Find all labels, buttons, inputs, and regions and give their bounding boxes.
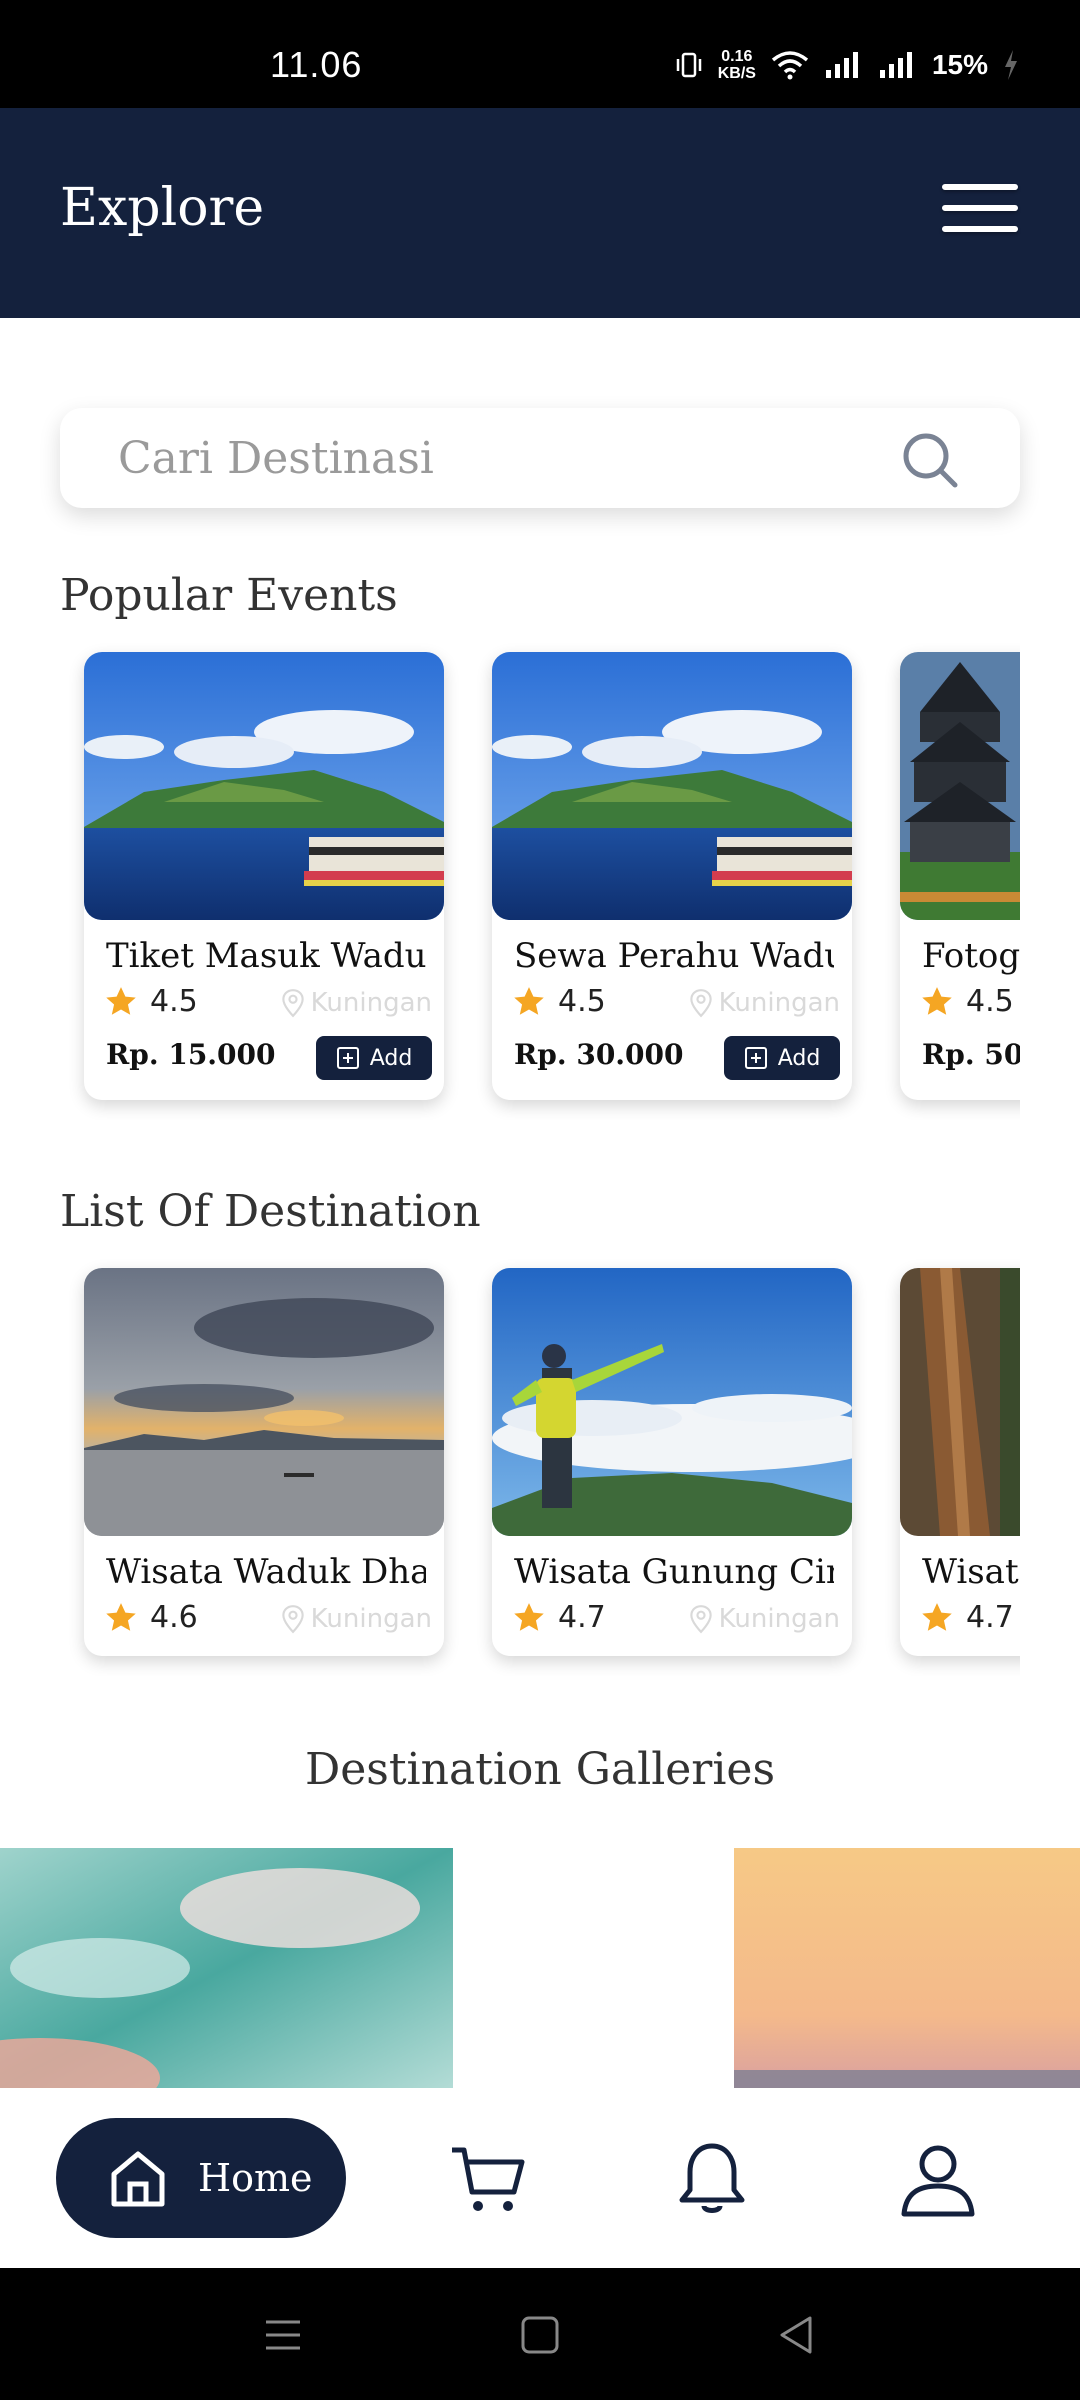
destination-name: Wisata Gunung Cire... [514,1552,834,1592]
star-icon [922,1602,952,1631]
rating-value: 4.6 [150,1600,198,1635]
system-nav-bar [0,2268,1080,2400]
destination-name: Wisata Waduk Dha... [106,1552,426,1592]
status-bar: 11.06 0.16 KB/S 15% [0,0,1080,108]
bottom-nav: Home [0,2088,1080,2268]
destination-card[interactable]: Wisata Waduk Dha... 4.6 Kuningan [84,1268,444,1656]
battery-percent: 15% [931,49,988,80]
page-title: Explore [60,178,265,238]
location-pin-icon [281,989,304,1018]
battery-charging-icon [1005,50,1017,80]
rating-value: 4.5 [150,984,198,1019]
destinations-title: List Of Destination [60,1186,481,1237]
destination-rating: 4.6 [104,1600,198,1635]
app-header: Explore [0,108,1080,318]
destination-card[interactable]: Wisata Gunung Cire... 4.7 Kuningan [492,1268,852,1656]
search-icon[interactable] [900,430,960,490]
cart-icon[interactable] [448,2140,528,2220]
destination-name: Wisata [922,1552,1020,1592]
event-rating: 4.5 [920,984,1014,1019]
destination-image [900,1268,1020,1536]
status-time: 11.06 [270,44,363,85]
location-pin-icon [689,989,712,1018]
destination-rating: 4.7 [920,1600,1014,1635]
search-input[interactable] [118,408,898,508]
home-icon [111,2151,165,2207]
home-square-icon[interactable] [515,2310,565,2360]
network-speed-unit: KB/S [717,65,756,82]
rating-value: 4.5 [966,984,1014,1019]
nav-home-button[interactable]: Home [56,2118,346,2238]
location-pin-icon [281,1605,304,1634]
event-card[interactable]: Tiket Masuk Waduk... 4.5 Kuningan Rp. 15… [84,652,444,1100]
event-location: Kuningan [687,988,840,1018]
add-label: Add [369,1045,413,1071]
star-icon [514,1602,544,1631]
event-rating: 4.5 [512,984,606,1019]
location-pin-icon [689,1605,712,1634]
bell-icon[interactable] [672,2140,752,2220]
star-icon [514,986,544,1015]
star-icon [106,1602,136,1631]
signal-icon [825,52,858,78]
destination-rating: 4.7 [512,1600,606,1635]
event-location: Kuningan [279,988,432,1018]
destination-card[interactable]: Wisata 4.7 [900,1268,1020,1656]
signal-icon [879,52,912,78]
event-card[interactable]: Fotogr 4.5 Rp. 50.0 [900,652,1020,1100]
event-name: Tiket Masuk Waduk... [106,936,426,976]
search-bar [60,408,1020,508]
location-label: Kuningan [310,988,432,1018]
location-label: Kuningan [310,1604,432,1634]
gallery-image[interactable] [734,1848,1080,2088]
add-square-icon [744,1047,767,1069]
rating-value: 4.5 [558,984,606,1019]
event-name: Fotogr [922,936,1020,976]
destination-location: Kuningan [279,1604,432,1634]
event-price: Rp. 30.000 [514,1038,684,1071]
hamburger-menu-icon[interactable] [942,184,1018,244]
star-icon [106,986,136,1015]
add-square-icon [336,1047,359,1069]
gallery-image[interactable] [0,1848,453,2088]
destinations-list[interactable]: Wisata Waduk Dha... 4.6 Kuningan [0,1256,1020,1676]
event-image [492,652,852,920]
nav-home-label: Home [198,2156,313,2200]
recent-apps-icon[interactable] [258,2310,308,2360]
network-speed: 0.16 KB/S [718,48,756,82]
popular-events-title: Popular Events [60,570,398,621]
event-image [900,652,1020,920]
status-icons: 0.16 KB/S 15% [674,40,1020,90]
add-button[interactable]: Add [316,1036,432,1080]
rating-value: 4.7 [966,1600,1014,1635]
location-label: Kuningan [718,1604,840,1634]
destination-location: Kuningan [687,1604,840,1634]
network-speed-value: 0.16 [721,48,753,65]
event-image [84,652,444,920]
add-button[interactable]: Add [724,1036,840,1080]
event-rating: 4.5 [104,984,198,1019]
event-price: Rp. 15.000 [106,1038,276,1071]
destination-image [84,1268,444,1536]
rating-value: 4.7 [558,1600,606,1635]
popular-events-list[interactable]: Tiket Masuk Waduk... 4.5 Kuningan Rp. 15… [0,640,1020,1120]
add-label: Add [777,1045,821,1071]
location-label: Kuningan [718,988,840,1018]
event-card[interactable]: Sewa Perahu Wadu... 4.5 Kuningan Rp. 30.… [492,652,852,1100]
profile-icon[interactable] [898,2140,978,2220]
gallery-title: Destination Galleries [304,1744,776,1795]
vibrate-icon [676,52,701,78]
event-name: Sewa Perahu Wadu... [514,936,834,976]
destination-image [492,1268,852,1536]
wifi-icon [771,51,809,80]
star-icon [922,986,952,1015]
event-price: Rp. 50.0 [922,1038,1020,1071]
back-icon[interactable] [772,2310,822,2360]
